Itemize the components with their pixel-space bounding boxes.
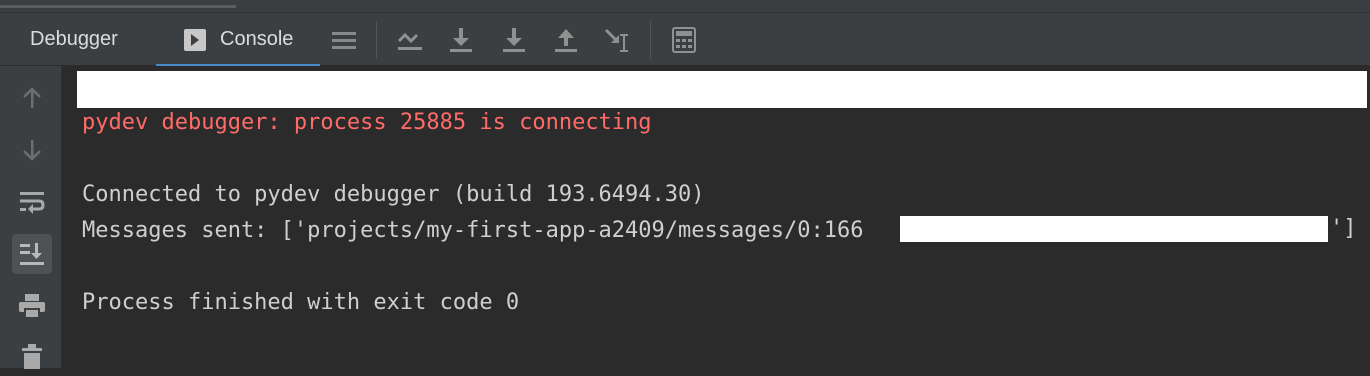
down-arrow-icon[interactable] — [12, 130, 52, 170]
console-line-connecting: pydev debugger: process 25885 is connect… — [82, 110, 652, 135]
console-sidebar — [0, 66, 62, 369]
evaluate-expression-icon[interactable] — [667, 23, 701, 57]
redacted-line — [77, 71, 1367, 108]
tab-console-label: Console — [220, 28, 294, 50]
console-line-connected: Connected to pydev debugger (build 193.6… — [82, 182, 705, 207]
debug-toolbar: Debugger Console — [0, 12, 1370, 67]
console-line-messages: Messages sent: ['projects/my-first-app-a… — [82, 218, 864, 243]
soft-wrap-icon[interactable] — [12, 182, 52, 222]
toolbar-separator — [650, 21, 651, 59]
top-highlight — [0, 5, 236, 8]
redacted-message-id — [900, 216, 1328, 242]
window-top-strip — [0, 0, 1370, 12]
console-line-finished: Process finished with exit code 0 — [82, 290, 520, 315]
frames-menu-icon[interactable] — [327, 23, 361, 57]
show-execution-point-icon[interactable] — [393, 23, 427, 57]
toolbar-separator — [376, 21, 377, 59]
console-icon — [184, 28, 206, 51]
run-to-cursor-icon[interactable] — [601, 23, 635, 57]
step-into-icon[interactable] — [497, 23, 531, 57]
trash-icon[interactable] — [12, 336, 52, 376]
scroll-to-end-icon[interactable] — [12, 234, 52, 274]
step-over-icon[interactable] — [444, 23, 478, 57]
tab-debugger-label: Debugger — [30, 28, 118, 50]
up-arrow-icon[interactable] — [12, 78, 52, 118]
console-line-messages-end: '] — [1330, 216, 1357, 241]
step-out-icon[interactable] — [549, 23, 583, 57]
tab-console[interactable]: Console — [184, 13, 293, 66]
tab-debugger[interactable]: Debugger — [30, 13, 118, 66]
print-icon[interactable] — [12, 286, 52, 326]
